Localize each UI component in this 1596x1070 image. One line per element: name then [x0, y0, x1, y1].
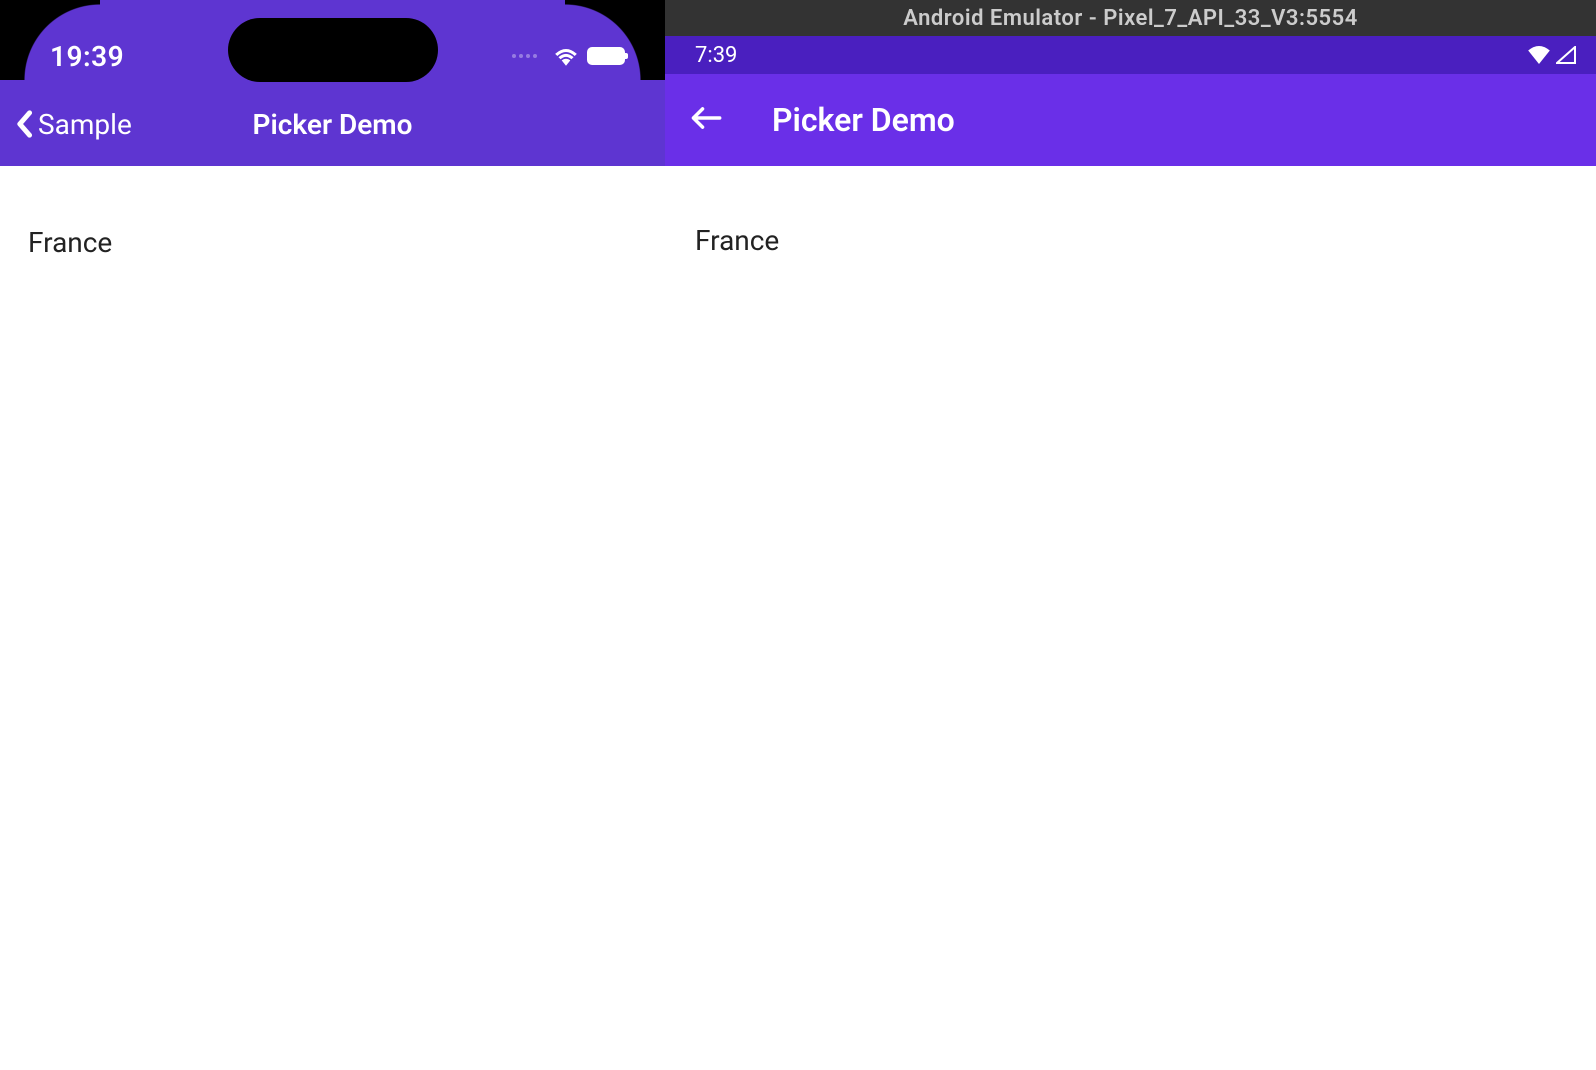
android-page-title: Picker Demo [772, 101, 955, 139]
android-status-icons [1528, 46, 1576, 64]
arrow-left-icon [690, 106, 722, 130]
android-content: France [665, 166, 1596, 315]
android-emulator-titlebar: Android Emulator - Pixel_7_API_33_V3:555… [665, 0, 1596, 36]
dynamic-island [228, 18, 438, 82]
chevron-left-icon [15, 110, 33, 138]
wifi-icon [1528, 46, 1550, 64]
ios-navbar: Sample Picker Demo [0, 82, 665, 166]
ios-content: France [0, 166, 665, 319]
android-time: 7:39 [695, 43, 737, 68]
android-statusbar: 7:39 [665, 36, 1596, 74]
signal-icon [1556, 46, 1576, 64]
android-device: Android Emulator - Pixel_7_API_33_V3:555… [665, 0, 1596, 1070]
device-frame-corner [0, 0, 100, 80]
ios-picker[interactable]: France [28, 226, 637, 259]
ios-page-title: Picker Demo [253, 108, 413, 141]
android-back-button[interactable] [690, 106, 722, 134]
device-frame-corner [565, 0, 665, 80]
android-picker[interactable]: France [695, 224, 1566, 257]
ios-back-label: Sample [38, 108, 132, 141]
ios-cellular-dots-icon [512, 54, 537, 58]
ios-back-button[interactable]: Sample [15, 108, 132, 141]
ios-device: 19:39 Sample Picker Demo France [0, 0, 665, 1070]
android-navbar: Picker Demo [665, 74, 1596, 166]
